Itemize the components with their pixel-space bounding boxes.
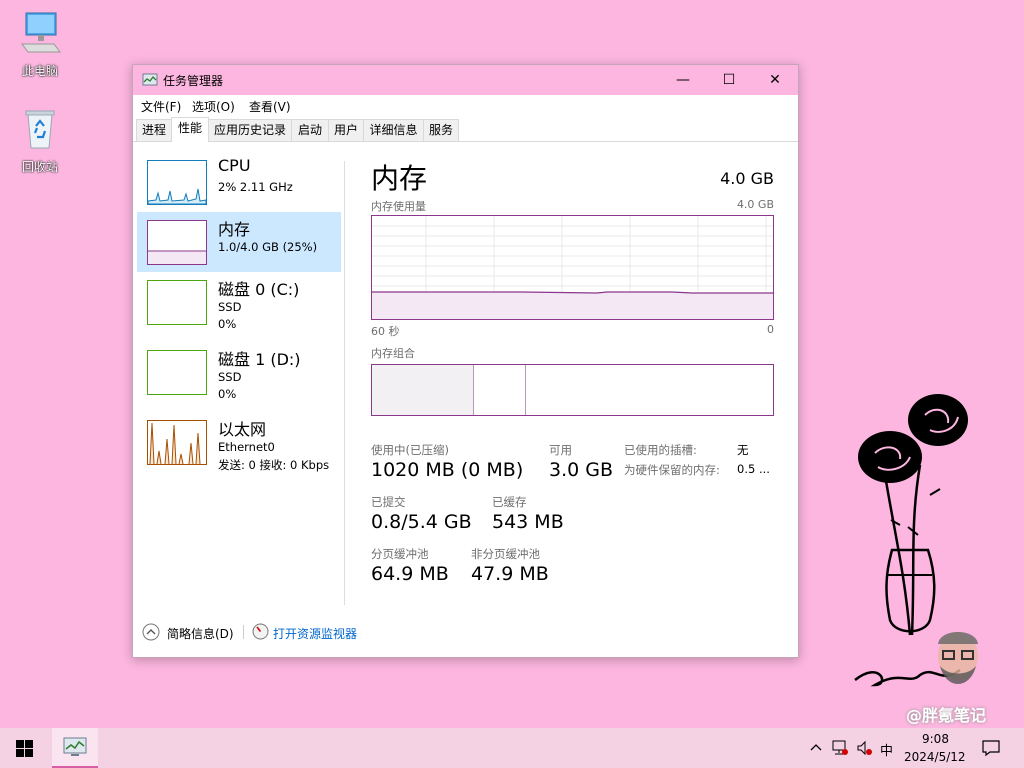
maximize-button[interactable]: ☐: [706, 65, 752, 95]
page-title: 内存: [371, 162, 428, 195]
close-button[interactable]: ✕: [752, 65, 798, 95]
ethernet-thumbnail: [147, 420, 207, 465]
in-use-value: 1020 MB (0 MB): [371, 459, 524, 481]
cpu-thumbnail: [147, 160, 207, 205]
sidebar-item-throughput: 发送: 0 接收: 0 Kbps: [218, 458, 330, 472]
task-manager-icon: [142, 73, 158, 86]
sidebar-item-disk-0[interactable]: 磁盘 0 (C:) SSD 0%: [137, 272, 341, 332]
paged-pool-label: 分页缓冲池: [371, 547, 429, 561]
desktop-icon-label: 此电脑: [21, 64, 58, 78]
paged-pool-value: 64.9 MB: [371, 563, 449, 585]
menu-view[interactable]: 查看(V): [249, 98, 291, 115]
nonpaged-pool-value: 47.9 MB: [471, 563, 549, 585]
tab-processes[interactable]: 进程: [136, 119, 172, 141]
disk-1-thumbnail: [147, 350, 207, 395]
tab-startup[interactable]: 启动: [291, 119, 329, 141]
taskbar-task-manager-button[interactable]: [52, 728, 98, 768]
desktop-icon-label: 回收站: [21, 160, 58, 174]
sidebar-item-label: 磁盘 1 (D:): [218, 350, 301, 369]
sidebar-item-detail: 2% 2.11 GHz: [218, 180, 293, 194]
sidebar-item-detail: Ethernet0: [218, 440, 275, 454]
memory-total: 4.0 GB: [720, 169, 774, 188]
watermark-text: @胖氪笔记: [906, 706, 987, 725]
volume-muted-icon[interactable]: [856, 740, 874, 756]
sidebar-item-label: 以太网: [218, 420, 267, 439]
committed-value: 0.8/5.4 GB: [371, 511, 472, 533]
title-bar[interactable]: 任务管理器 — ☐ ✕: [133, 65, 798, 95]
desktop-icon-recycle-bin[interactable]: 回收站: [10, 106, 70, 175]
clock-date[interactable]: 2024/5/12: [904, 750, 966, 764]
tab-details[interactable]: 详细信息: [363, 119, 424, 141]
sidebar-item-usage: 0%: [218, 317, 237, 331]
composition-label: 内存组合: [371, 347, 415, 360]
in-use-label: 使用中(已压缩): [371, 443, 449, 457]
sidebar-item-label: 磁盘 0 (C:): [218, 280, 300, 299]
time-axis-end: 0: [767, 323, 774, 336]
desktop-icon-this-pc[interactable]: 此电脑: [10, 10, 70, 79]
sidebar-item-ethernet[interactable]: 以太网 Ethernet0 发送: 0 接收: 0 Kbps: [137, 412, 341, 472]
committed-label: 已提交: [371, 495, 406, 509]
taskbar: 中 9:08 2024/5/12: [0, 728, 1024, 768]
slots-value: 无: [737, 443, 749, 457]
panel-divider: [344, 161, 345, 605]
cached-value: 543 MB: [492, 511, 564, 533]
reserved-label: 为硬件保留的内存:: [624, 463, 720, 477]
notification-icon[interactable]: [982, 739, 1000, 757]
memory-usage-graph: [371, 215, 774, 320]
chevron-up-icon[interactable]: [142, 623, 160, 641]
computer-icon: [21, 12, 61, 53]
sidebar-item-usage: 0%: [218, 387, 237, 401]
nonpaged-pool-label: 非分页缓冲池: [471, 547, 540, 561]
minimize-button[interactable]: —: [660, 65, 706, 95]
sidebar-item-memory[interactable]: 内存 1.0/4.0 GB (25%): [137, 212, 341, 272]
open-resource-monitor-link[interactable]: 打开资源监视器: [273, 625, 357, 642]
composition-modified: [474, 365, 526, 415]
sidebar-item-detail: SSD: [218, 300, 242, 314]
slots-label: 已使用的插槽:: [624, 443, 697, 457]
recycle-bin-icon: [25, 110, 55, 149]
sidebar-item-cpu[interactable]: CPU 2% 2.11 GHz: [137, 152, 341, 212]
fewer-details-button[interactable]: 简略信息(D): [167, 625, 234, 642]
task-manager-icon: [63, 737, 87, 756]
windows-start-icon[interactable]: [16, 740, 33, 757]
clock-time[interactable]: 9:08: [922, 732, 949, 746]
sidebar-item-label: 内存: [218, 220, 251, 239]
menu-options[interactable]: 选项(O): [192, 98, 235, 115]
sidebar-item-label: CPU: [218, 156, 251, 175]
tab-services[interactable]: 服务: [423, 119, 459, 141]
input-method-indicator[interactable]: 中: [880, 740, 893, 759]
usage-max: 4.0 GB: [736, 198, 774, 211]
cached-label: 已缓存: [492, 495, 527, 509]
tab-performance[interactable]: 性能: [171, 117, 209, 142]
available-value: 3.0 GB: [549, 459, 614, 481]
footer-divider: [243, 625, 244, 639]
memory-thumbnail: [147, 220, 207, 265]
menu-bar: 文件(F) 选项(O) 查看(V): [133, 95, 798, 115]
menu-file[interactable]: 文件(F): [141, 98, 181, 115]
reserved-value: 0.5 ...: [737, 462, 770, 476]
chevron-up-icon[interactable]: [810, 742, 822, 754]
time-axis-start: 60 秒: [371, 325, 400, 338]
sidebar-item-disk-1[interactable]: 磁盘 1 (D:) SSD 0%: [137, 342, 341, 402]
usage-label: 内存使用量: [371, 200, 426, 213]
available-label: 可用: [549, 443, 572, 457]
sidebar-item-detail: SSD: [218, 370, 242, 384]
resource-monitor-icon: [252, 623, 269, 640]
avatar-watermark: [938, 632, 978, 684]
task-manager-window: 任务管理器 — ☐ ✕ 文件(F) 选项(O) 查看(V) 进程 性能 应用历史…: [132, 64, 799, 658]
composition-in-use: [372, 365, 474, 415]
tab-strip: 进程 性能 应用历史记录 启动 用户 详细信息 服务: [133, 117, 798, 142]
memory-composition-bar: [371, 364, 774, 416]
network-icon[interactable]: [831, 740, 849, 756]
sidebar-item-detail: 1.0/4.0 GB (25%): [218, 240, 318, 254]
tab-users[interactable]: 用户: [328, 119, 364, 141]
tab-app-history[interactable]: 应用历史记录: [208, 119, 292, 141]
window-title: 任务管理器: [163, 74, 224, 88]
disk-0-thumbnail: [147, 280, 207, 325]
